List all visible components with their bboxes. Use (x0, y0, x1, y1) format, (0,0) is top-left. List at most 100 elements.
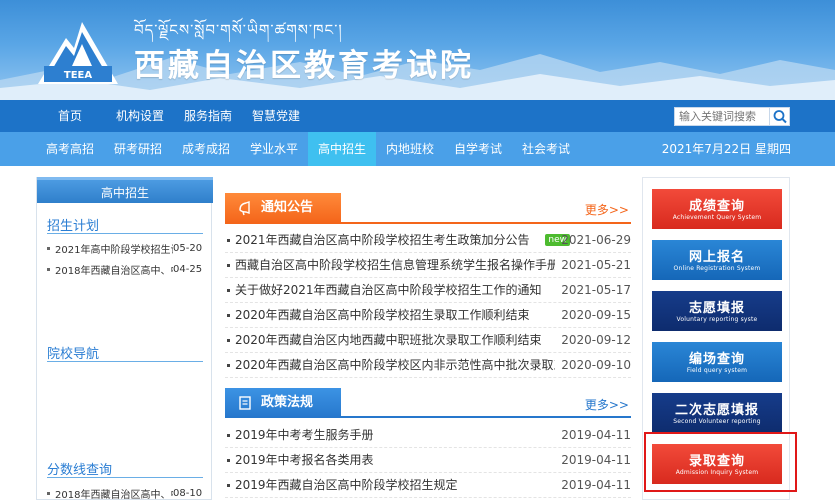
notice-row[interactable]: 2021年西藏自治区高中阶段学校招生考生政策加分公告 new 2021-06-2… (225, 228, 631, 253)
tab-inland-classes[interactable]: 内地班校 (376, 132, 444, 166)
search-icon (773, 110, 787, 124)
policy-title: 2019年中考考生服务手册 (235, 428, 374, 442)
logo-text: TEEA (64, 70, 92, 81)
sidebar-section-enrollment-plan[interactable]: 招生计划 (47, 215, 99, 234)
policy-row[interactable]: 2019年中考报名各类用表 2019-04-11 (225, 448, 631, 473)
tab-social-exam[interactable]: 社会考试 (512, 132, 580, 166)
bullet-icon (47, 268, 50, 271)
notice-row[interactable]: 2020年西藏自治区内地西藏中职班批次录取工作顺利结束 2020-09-12 (225, 328, 631, 353)
site-title: 西藏自治区教育考试院 (134, 48, 474, 84)
section-divider (225, 222, 631, 224)
item-date: 08-10 (173, 488, 203, 499)
notice-date: 2020-09-15 (561, 308, 631, 322)
item-title: 2018年西藏自治区高中、中... (55, 266, 173, 277)
current-date: 2021年7月22日 星期四 (661, 142, 791, 156)
notice-date: 2021-05-21 (561, 258, 631, 272)
button-subtitle: Voluntary reporting syste (676, 316, 758, 323)
tab-gaokao[interactable]: 高考高招 (36, 132, 104, 166)
nav-home[interactable]: 首页 (58, 100, 82, 132)
section-divider (47, 361, 203, 362)
policies-title: 政策法规 (261, 395, 314, 410)
policy-row[interactable]: 2019年西藏自治区高中阶段学校招生规定 2019-04-11 (225, 473, 631, 498)
policy-title: 2019年中考报名各类用表 (235, 453, 374, 467)
search-input[interactable] (679, 109, 767, 124)
bullet-icon (227, 364, 230, 367)
tab-adult-exam[interactable]: 成考成招 (172, 132, 240, 166)
search-button[interactable] (769, 108, 789, 125)
button-subtitle: Second Volunteer reporting (673, 418, 761, 425)
sidebar-list-item[interactable]: 2018年西藏自治区高中、中...04-25 (47, 262, 207, 277)
button-label: 网上报名 (688, 250, 745, 265)
notice-row[interactable]: 2020年西藏自治区高中阶段学校招生录取工作顺利结束 2020-09-15 (225, 303, 631, 328)
button-subtitle: Field query system (686, 367, 748, 374)
sidebar-list-item[interactable]: 2018年西藏自治区高中、中...08-10 (47, 486, 207, 500)
bullet-icon (227, 459, 230, 462)
second-volunteer-reporting-button[interactable]: 二次志愿填报 Second Volunteer reporting (652, 393, 782, 433)
tab-self-study-exam[interactable]: 自学考试 (444, 132, 512, 166)
notices-title: 通知公告 (261, 200, 314, 215)
bullet-icon (227, 434, 230, 437)
teea-logo-icon[interactable]: TEEA (36, 14, 120, 90)
button-label: 志愿填报 (688, 301, 745, 316)
item-date: 04-25 (173, 264, 203, 275)
bullet-icon (227, 314, 230, 317)
sidebar-section-school-navigation[interactable]: 院校导航 (47, 343, 99, 362)
button-label: 编场查询 (688, 352, 745, 367)
policy-row[interactable]: 2019年中考考生服务手册 2019-04-11 (225, 423, 631, 448)
notice-date: 2020-09-10 (561, 358, 631, 372)
bullet-icon (47, 492, 50, 495)
section-divider (47, 233, 203, 234)
policy-date: 2019-04-11 (561, 453, 631, 467)
notice-title: 2020年西藏自治区内地西藏中职班批次录取工作顺利结束 (235, 333, 542, 347)
sidebar: 高中招生 招生计划 2021年高中阶段学校招生计...05-20 2018年西藏… (36, 177, 213, 500)
notices-more-link[interactable]: 更多>> (585, 201, 629, 218)
bullet-icon (227, 339, 230, 342)
sidebar-list-item[interactable]: 2021年高中阶段学校招生计...05-20 (47, 241, 207, 256)
sidebar-header: 高中招生 (37, 177, 213, 203)
notice-row[interactable]: 2020年西藏自治区高中阶段学校区内非示范性高中批次录取工作顺... 2020-… (225, 353, 631, 378)
policy-date: 2019-04-11 (561, 478, 631, 492)
notice-date: 2021-05-17 (561, 283, 631, 297)
online-registration-button[interactable]: 网上报名 Online Registration System (652, 240, 782, 280)
notices-tab[interactable]: 通知公告 (225, 193, 341, 223)
notice-title: 西藏自治区高中阶段学校招生信息管理系统学生报名操作手册 (235, 258, 555, 272)
search-box (674, 107, 790, 126)
voluntary-reporting-button[interactable]: 志愿填报 Voluntary reporting syste (652, 291, 782, 331)
achievement-query-button[interactable]: 成绩查询 Achievement Query System (652, 189, 782, 229)
button-subtitle: Online Registration System (673, 265, 761, 272)
header-banner: TEEA བོད་ལྗོངས་སློབ་གསོ་ཡིག་ཚགས་ཁང་། 西藏自… (0, 0, 835, 100)
tab-high-school-enrollment[interactable]: 高中招生 (308, 132, 376, 166)
section-divider (47, 477, 203, 478)
highlight-box (644, 432, 797, 492)
bullet-icon (47, 247, 50, 250)
nav-service-guide[interactable]: 服务指南 (184, 100, 232, 132)
button-label: 成绩查询 (688, 199, 745, 214)
sidebar-section-score-lines[interactable]: 分数线查询 (47, 459, 112, 478)
notice-date: 2020-09-12 (561, 333, 631, 347)
policy-date: 2019-04-11 (561, 428, 631, 442)
document-icon (239, 396, 251, 410)
secondary-nav: 高考高招 研考研招 成考成招 学业水平 高中招生 内地班校 自学考试 社会考试 … (0, 132, 835, 166)
field-query-button[interactable]: 编场查询 Field query system (652, 342, 782, 382)
item-title: 2018年西藏自治区高中、中... (55, 490, 173, 500)
notice-row[interactable]: 关于做好2021年西藏自治区高中阶段学校招生工作的通知 2021-05-17 (225, 278, 631, 303)
notice-title: 关于做好2021年西藏自治区高中阶段学校招生工作的通知 (235, 283, 542, 297)
bullet-icon (227, 239, 230, 242)
tab-academic-level[interactable]: 学业水平 (240, 132, 308, 166)
item-date: 05-20 (173, 243, 203, 254)
notice-title: 2020年西藏自治区高中阶段学校招生录取工作顺利结束 (235, 308, 530, 322)
button-label: 二次志愿填报 (674, 403, 759, 418)
megaphone-icon (239, 201, 250, 216)
tab-graduate-exam[interactable]: 研考研招 (104, 132, 172, 166)
nav-party-building[interactable]: 智慧党建 (252, 100, 300, 132)
policies-more-link[interactable]: 更多>> (585, 396, 629, 413)
section-divider (225, 416, 631, 418)
policies-tab[interactable]: 政策法规 (225, 388, 341, 418)
button-subtitle: Achievement Query System (672, 214, 762, 221)
nav-organization[interactable]: 机构设置 (116, 100, 164, 132)
notice-title: 2021年西藏自治区高中阶段学校招生考生政策加分公告 (235, 233, 530, 247)
notice-row[interactable]: 西藏自治区高中阶段学校招生信息管理系统学生报名操作手册 2021-05-21 (225, 253, 631, 278)
item-title: 2021年高中阶段学校招生计... (55, 245, 173, 256)
bullet-icon (227, 264, 230, 267)
policy-title: 2019年西藏自治区高中阶段学校招生规定 (235, 478, 458, 492)
